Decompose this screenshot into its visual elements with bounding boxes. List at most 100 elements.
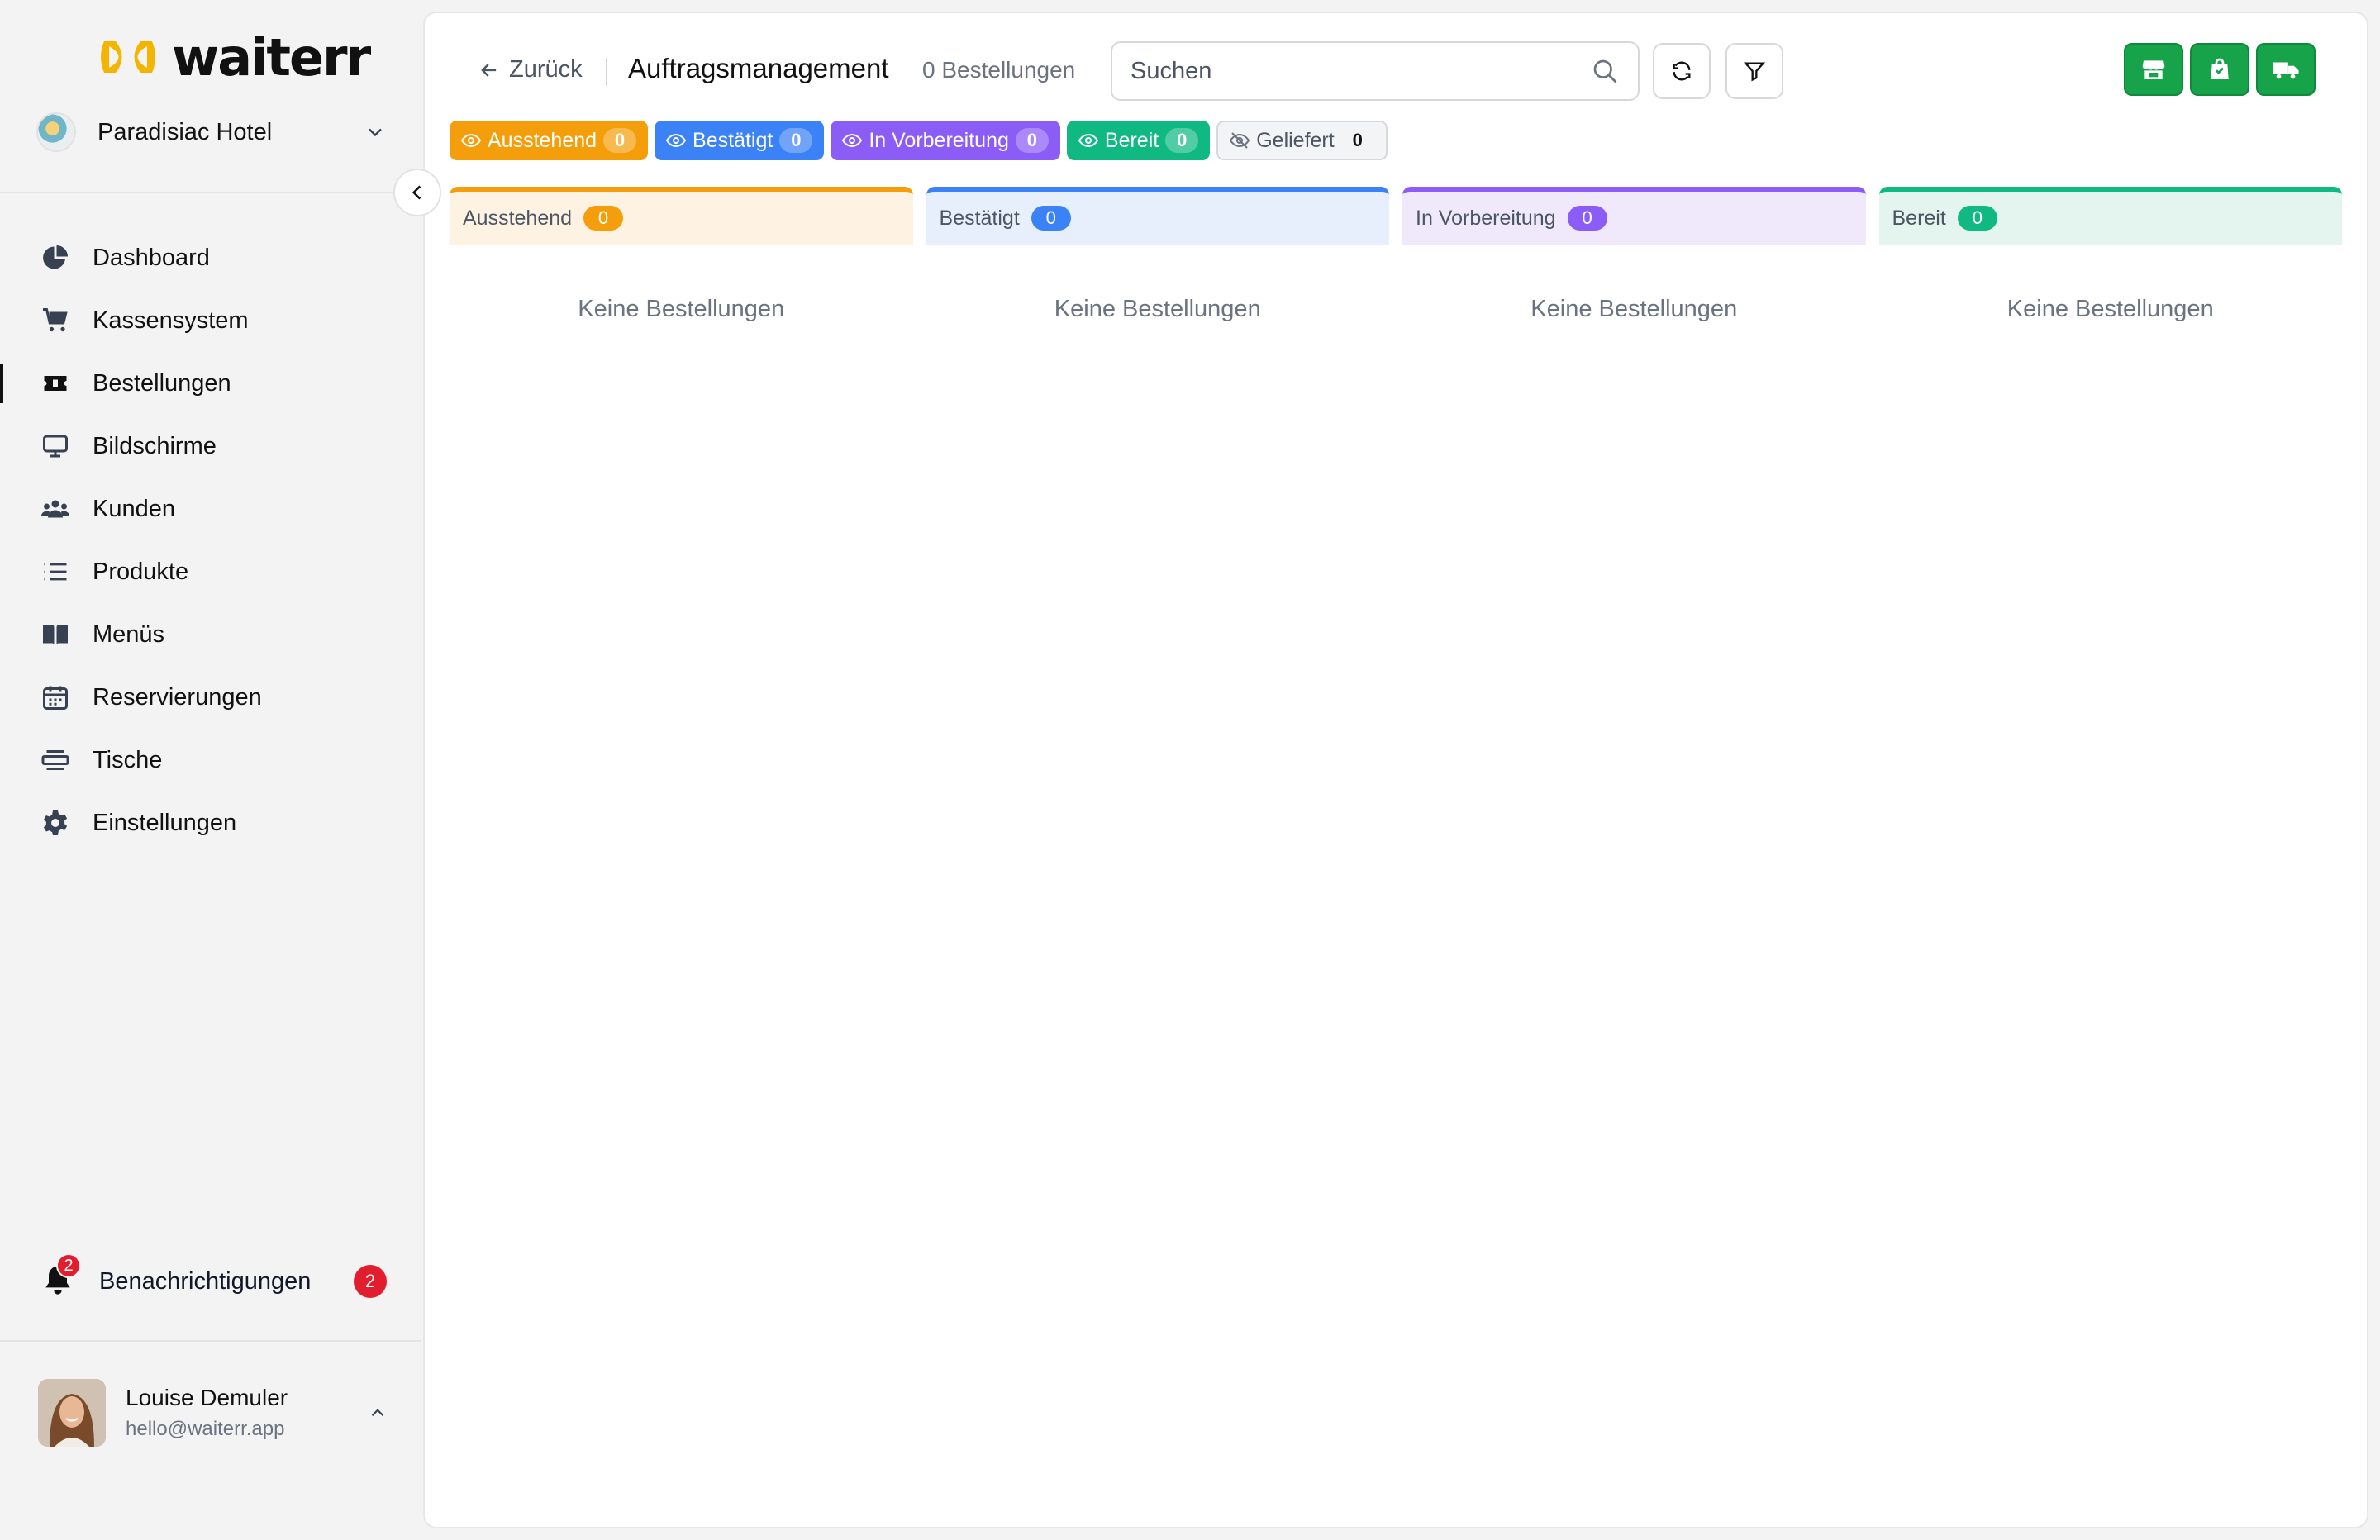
filter-pill-count: 0 xyxy=(1015,128,1049,153)
search-input[interactable] xyxy=(1130,57,1590,85)
nav-label: Bestellungen xyxy=(93,369,231,397)
filter-button[interactable] xyxy=(1726,43,1783,99)
nav-item-bestellungen[interactable]: Bestellungen xyxy=(0,352,421,415)
filter-pill-bereit[interactable]: Bereit 0 xyxy=(1066,121,1211,160)
search-icon[interactable] xyxy=(1590,56,1620,86)
venue-selector[interactable]: Paradisiac Hotel xyxy=(36,109,387,155)
store-icon xyxy=(2142,60,2165,79)
venue-name: Paradisiac Hotel xyxy=(98,118,273,145)
takeaway-button[interactable] xyxy=(2190,43,2249,96)
waiterr-logo-icon xyxy=(101,41,155,73)
collapse-sidebar-button[interactable] xyxy=(393,169,441,216)
table-icon xyxy=(40,744,71,776)
filter-pill-label: Geliefert xyxy=(1256,128,1335,152)
column-title: Ausstehend xyxy=(463,206,573,230)
eye-icon xyxy=(842,133,863,148)
filter-pill-label: Bereit xyxy=(1104,128,1159,152)
arrow-left-icon xyxy=(481,63,497,77)
empty-state: Keine Bestellungen xyxy=(578,296,785,322)
filter-pill-label: In Vorbereitung xyxy=(869,128,1009,152)
nav-item-einstellungen[interactable]: Einstellungen xyxy=(0,791,421,854)
page-title: Auftragsmanagement xyxy=(628,53,889,83)
filter-pill-count: 0 xyxy=(1165,128,1199,153)
refresh-icon xyxy=(1673,61,1691,81)
brand-logo[interactable]: waiterr xyxy=(96,26,371,88)
sidebar-divider xyxy=(0,1340,421,1342)
header-separator xyxy=(606,58,607,86)
column-header: Ausstehend 0 xyxy=(450,187,913,245)
back-label: Zurück xyxy=(509,56,583,83)
filter-pill-bestaetigt[interactable]: Bestätigt 0 xyxy=(654,121,825,160)
back-button[interactable]: Zurück xyxy=(478,56,583,83)
topbar: Zurück Auftragsmanagement 0 Bestellungen xyxy=(425,13,2367,129)
column-header: Bestätigt 0 xyxy=(926,187,1389,245)
filter-pill-label: Bestätigt xyxy=(693,128,774,152)
order-count: 0 Bestellungen xyxy=(922,57,1076,83)
notification-dot-badge: 2 xyxy=(56,1253,81,1278)
notification-count-badge: 2 xyxy=(354,1265,387,1298)
board-column-ausstehend: Ausstehend 0 Keine Bestellungen xyxy=(450,187,913,323)
notifications-link[interactable]: 2 Benachrichtigungen 2 xyxy=(40,1253,387,1305)
empty-state: Keine Bestellungen xyxy=(2006,296,2214,322)
venue-logo xyxy=(36,112,76,152)
nav-item-menues[interactable]: Menüs xyxy=(0,603,421,666)
column-header: In Vorbereitung 0 xyxy=(1402,187,1866,245)
nav-item-bildschirme[interactable]: Bildschirme xyxy=(0,415,421,478)
main-panel: Zurück Auftragsmanagement 0 Bestellungen… xyxy=(423,12,2368,1528)
column-title: In Vorbereitung xyxy=(1416,206,1556,230)
eye-icon xyxy=(666,133,687,148)
nav-label: Reservierungen xyxy=(93,683,262,711)
user-name: Louise Demuler xyxy=(126,1385,288,1410)
column-title: Bereit xyxy=(1892,206,1946,230)
eye-off-icon xyxy=(1230,132,1250,149)
nav-item-produkte[interactable]: Produkte xyxy=(0,540,421,603)
list-icon xyxy=(40,556,71,587)
nav-item-reservierungen[interactable]: Reservierungen xyxy=(0,666,421,729)
filter-pill-count: 0 xyxy=(1352,130,1363,150)
gear-icon xyxy=(40,807,71,839)
column-header: Bereit 0 xyxy=(1878,187,2342,245)
chevron-left-icon xyxy=(412,185,421,200)
nav-label: Kassensystem xyxy=(93,307,249,334)
column-count-badge: 0 xyxy=(583,206,624,231)
empty-state: Keine Bestellungen xyxy=(1530,296,1738,322)
nav-item-kunden[interactable]: Kunden xyxy=(0,478,421,540)
user-menu[interactable]: Louise Demuler hello@waiterr.app xyxy=(38,1378,388,1447)
sidebar: waiterr Paradisiac Hotel Dashboard Kasse… xyxy=(0,0,421,1540)
filter-icon xyxy=(1743,62,1766,82)
delivery-button[interactable] xyxy=(2256,43,2316,96)
filter-pill-count: 0 xyxy=(779,128,813,153)
column-title: Bestätigt xyxy=(939,206,1020,230)
order-board: Ausstehend 0 Keine Bestellungen Bestätig… xyxy=(450,187,2342,323)
board-column-bestaetigt: Bestätigt 0 Keine Bestellungen xyxy=(926,187,1389,323)
filter-pill-geliefert[interactable]: Geliefert 0 xyxy=(1216,121,1388,160)
shopping-bag-icon xyxy=(2211,58,2229,79)
column-count-badge: 0 xyxy=(1031,206,1071,231)
refresh-button[interactable] xyxy=(1653,43,1711,99)
nav-label: Menüs xyxy=(93,620,165,648)
column-count-badge: 0 xyxy=(1567,206,1607,231)
user-email: hello@waiterr.app xyxy=(126,1418,285,1440)
filter-pill-in-vorbereitung[interactable]: In Vorbereitung 0 xyxy=(831,121,1060,160)
nav-label: Bildschirme xyxy=(93,432,217,459)
chevron-down-icon xyxy=(369,128,382,137)
nav-item-kassensystem[interactable]: Kassensystem xyxy=(0,289,421,352)
nav-item-dashboard[interactable]: Dashboard xyxy=(0,226,421,289)
brand-name: waiterr xyxy=(172,26,371,88)
filter-pill-ausstehend[interactable]: Ausstehend 0 xyxy=(450,121,649,160)
pie-chart-icon xyxy=(40,242,71,273)
filter-pill-count: 0 xyxy=(603,128,637,153)
truck-icon xyxy=(2273,62,2299,79)
nav-label: Produkte xyxy=(93,558,189,585)
bell-icon: 2 xyxy=(40,1253,81,1300)
status-filters: Ausstehend 0 Bestätigt 0 In Vorbereitung… xyxy=(450,121,1388,160)
cart-icon xyxy=(40,305,71,336)
avatar xyxy=(38,1379,106,1447)
nav-label: Tische xyxy=(93,746,163,773)
dine-in-button[interactable] xyxy=(2124,43,2183,96)
nav-label: Dashboard xyxy=(93,244,210,271)
eye-icon xyxy=(461,133,481,148)
user-info: Louise Demuler hello@waiterr.app xyxy=(126,1385,367,1441)
nav-item-tische[interactable]: Tische xyxy=(0,729,421,791)
search-box xyxy=(1111,41,1640,101)
